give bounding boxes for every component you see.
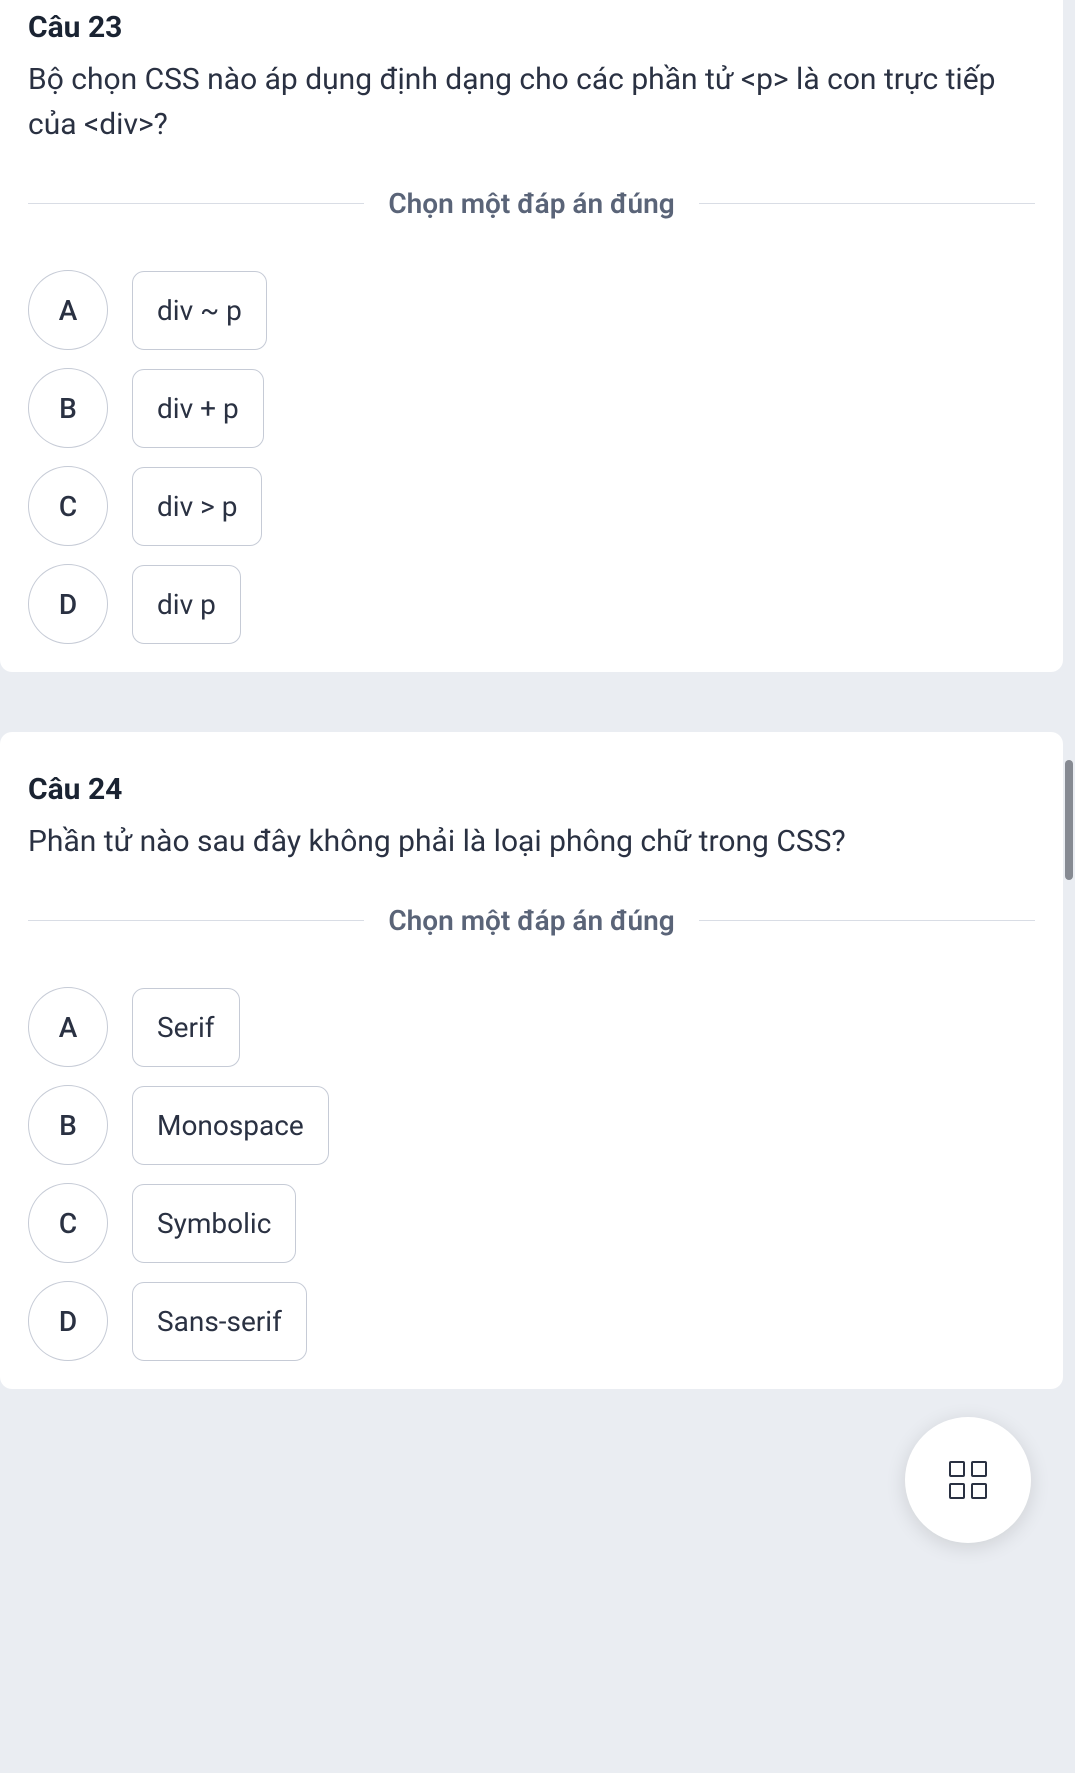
question-text: Bộ chọn CSS nào áp dụng định dạng cho cá… — [28, 57, 1035, 147]
instruction-row: Chọn một đáp án đúng — [28, 904, 1035, 937]
option-row-c[interactable]: C div > p — [28, 466, 1035, 546]
grid-icon — [949, 1461, 987, 1499]
option-box[interactable]: div > p — [132, 467, 262, 546]
question-title: Câu 23 — [28, 10, 1035, 45]
option-letter[interactable]: A — [28, 987, 108, 1067]
option-box[interactable]: Serif — [132, 988, 240, 1067]
instruction-text: Chọn một đáp án đúng — [364, 187, 698, 220]
option-box[interactable]: div + p — [132, 369, 264, 448]
option-letter[interactable]: C — [28, 1183, 108, 1263]
option-letter[interactable]: B — [28, 368, 108, 448]
option-row-d[interactable]: D div p — [28, 564, 1035, 644]
options-container: A Serif B Monospace C Symbolic D Sans-se… — [28, 987, 1035, 1361]
option-box[interactable]: div p — [132, 565, 241, 644]
option-box[interactable]: Sans-serif — [132, 1282, 307, 1361]
option-letter[interactable]: B — [28, 1085, 108, 1165]
divider-line — [28, 920, 364, 921]
options-container: A div ~ p B div + p C div > p D div p — [28, 270, 1035, 644]
instruction-row: Chọn một đáp án đúng — [28, 187, 1035, 220]
option-letter[interactable]: D — [28, 564, 108, 644]
option-box[interactable]: Monospace — [132, 1086, 329, 1165]
option-row-a[interactable]: A div ~ p — [28, 270, 1035, 350]
divider-line — [699, 920, 1035, 921]
option-letter[interactable]: C — [28, 466, 108, 546]
option-row-b[interactable]: B Monospace — [28, 1085, 1035, 1165]
option-row-b[interactable]: B div + p — [28, 368, 1035, 448]
option-box[interactable]: Symbolic — [132, 1184, 296, 1263]
question-card-23: Câu 23 Bộ chọn CSS nào áp dụng định dạng… — [0, 0, 1063, 672]
question-card-24: Câu 24 Phần tử nào sau đây không phải là… — [0, 732, 1063, 1389]
option-row-d[interactable]: D Sans-serif — [28, 1281, 1035, 1361]
grid-menu-button[interactable] — [905, 1417, 1031, 1543]
option-row-c[interactable]: C Symbolic — [28, 1183, 1035, 1263]
divider-line — [699, 203, 1035, 204]
scrollbar-thumb[interactable] — [1065, 760, 1073, 880]
option-row-a[interactable]: A Serif — [28, 987, 1035, 1067]
question-title: Câu 24 — [28, 772, 1035, 807]
option-letter[interactable]: A — [28, 270, 108, 350]
divider-line — [28, 203, 364, 204]
question-text: Phần tử nào sau đây không phải là loại p… — [28, 819, 1035, 864]
option-box[interactable]: div ~ p — [132, 271, 267, 350]
instruction-text: Chọn một đáp án đúng — [364, 904, 698, 937]
option-letter[interactable]: D — [28, 1281, 108, 1361]
